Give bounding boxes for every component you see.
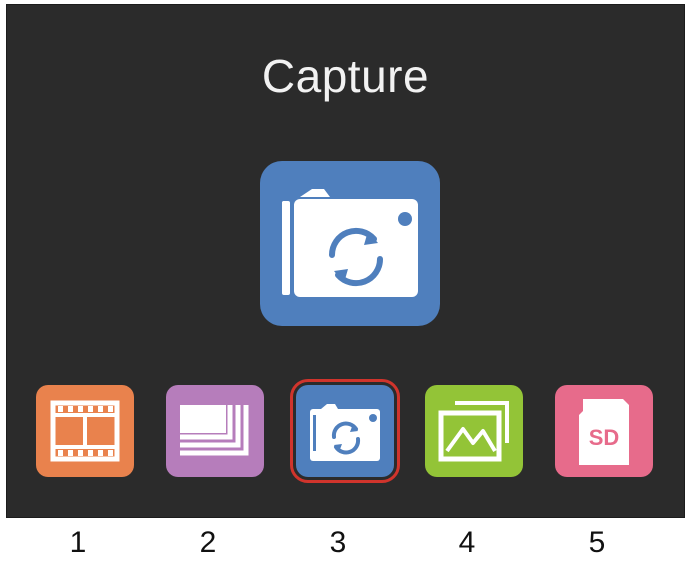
menu-number-4: 4 [458, 526, 476, 559]
menu-tile-gallery[interactable] [425, 385, 523, 477]
camera-capture-icon [310, 404, 380, 461]
menu-tile-burst[interactable] [166, 385, 264, 477]
menu-tile-video[interactable] [36, 385, 134, 477]
menu-tile-sd-card[interactable]: SD [555, 385, 653, 477]
menu-number-3: 3 [329, 526, 347, 559]
screen-title: Capture [261, 50, 430, 102]
sd-card-icon: SD [579, 399, 629, 465]
device-frame: Capture SD 1 2 3 4 5 [0, 0, 690, 562]
menu-number-1: 1 [69, 526, 87, 559]
menu-number-2: 2 [199, 526, 217, 559]
sd-card-label: SD [589, 425, 620, 450]
hero-capture-icon [260, 161, 440, 326]
menu-number-labels: 1 2 3 4 5 [0, 526, 690, 562]
gallery-icon [438, 401, 509, 462]
camera-capture-icon [282, 189, 418, 297]
menu-tile-capture[interactable] [290, 379, 400, 483]
capture-screen: Capture SD [6, 4, 685, 518]
burst-frames-icon [180, 405, 249, 456]
film-strip-icon [50, 400, 120, 462]
menu-number-5: 5 [588, 526, 606, 559]
